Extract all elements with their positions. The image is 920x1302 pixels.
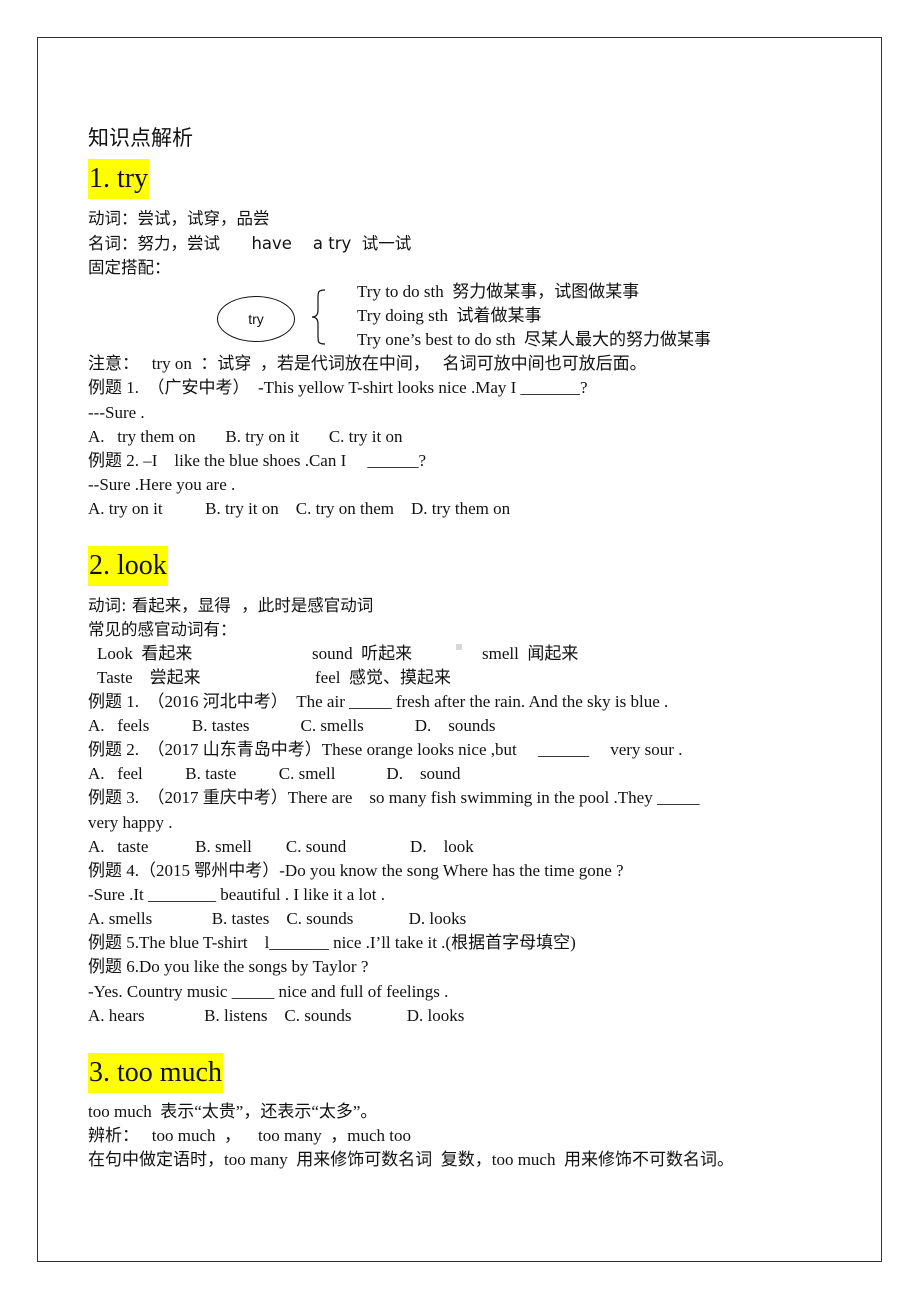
example-reply: --Sure .Here you are . [88, 475, 236, 494]
brace-icon [311, 289, 326, 345]
collocation-item: Try to do sth 努力做某事，试图做某事 [357, 282, 640, 301]
too-much-meaning: too much 表示“太贵”，还表示“太多”。 [88, 1102, 378, 1121]
example-line: A. feels B. tastes C. smells D. sounds [88, 716, 496, 735]
example-line: 例题 1. （2016 河北中考） The air _____ fresh af… [88, 692, 669, 711]
example-line: A. taste B. smell C. sound D. look [88, 837, 474, 856]
collocation-label: 固定搭配： [88, 258, 171, 277]
example-line: A. feel B. taste C. smell D. sound [88, 764, 461, 783]
sense-verb-look: Look 看起来 [97, 644, 193, 663]
sense-verb-feel: feel 感觉、摸起来 [315, 668, 451, 687]
sense-verb-taste: Taste 尝起来 [97, 668, 201, 687]
example-line: A. hears B. listens C. sounds D. looks [88, 1006, 465, 1025]
example-line: -Yes. Country music _____ nice and full … [88, 982, 449, 1001]
too-much-distinction: 辨析： too much ， too many ，much too [88, 1126, 411, 1145]
sense-verb-sound: sound 听起来 [312, 644, 413, 663]
section-heading-look: 2. look [88, 546, 168, 586]
look-verb-definition: 动词: 看起来，显得 ，此时是感官动词 [88, 596, 374, 615]
example-line: very happy . [88, 813, 173, 832]
collocation-item: Try doing sth 试着做某事 [357, 306, 542, 325]
grey-marker [456, 644, 462, 650]
collocation-item: Try one’s best to do sth 尽某人最大的努力做某事 [357, 330, 712, 349]
sense-verbs-label: 常见的感官动词有： [88, 620, 237, 639]
example-line: 例题 4.（2015 鄂州中考）-Do you know the song Wh… [88, 861, 624, 880]
page-title: 知识点解析 [88, 126, 193, 150]
try-noun-definition: 名词：努力，尝试 have a try 试一试 [88, 234, 412, 253]
try-verb-definition: 动词：尝试，试穿，品尝 [88, 209, 270, 228]
section-heading-try: 1. try [88, 159, 150, 199]
example-question: 例题 1. （广安中考） -This yellow T-shirt looks … [88, 378, 588, 397]
example-line: A. smells B. tastes C. sounds D. looks [88, 909, 467, 928]
sense-verb-smell: smell 闻起来 [482, 644, 579, 663]
example-line: -Sure .It ________ beautiful . I like it… [88, 885, 385, 904]
example-options: A. try on it B. try it on C. try on them… [88, 499, 511, 518]
too-much-usage: 在句中做定语时，too many 用来修饰可数名词 复数，too much 用来… [88, 1150, 734, 1169]
example-line: 例题 3. （2017 重庆中考）There are so many fish … [88, 788, 700, 807]
try-on-note: 注意： try on ：试穿 ，若是代词放在中间， 名词可放中间也可放后面。 [88, 354, 647, 373]
section-heading-too-much: 3. too much [88, 1053, 223, 1093]
try-oval: try [217, 296, 295, 342]
example-question: 例题 2. –I like the blue shoes .Can I ____… [88, 451, 427, 470]
example-reply: ---Sure . [88, 403, 145, 422]
example-line: 例题 6.Do you like the songs by Taylor ? [88, 957, 369, 976]
example-options: A. try them on B. try on it C. try it on [88, 427, 403, 446]
oval-label: try [248, 311, 264, 327]
example-line: 例题 2. （2017 山东青岛中考）These orange looks ni… [88, 740, 683, 759]
example-line: 例题 5.The blue T-shirt l_______ nice .I’l… [88, 933, 576, 952]
